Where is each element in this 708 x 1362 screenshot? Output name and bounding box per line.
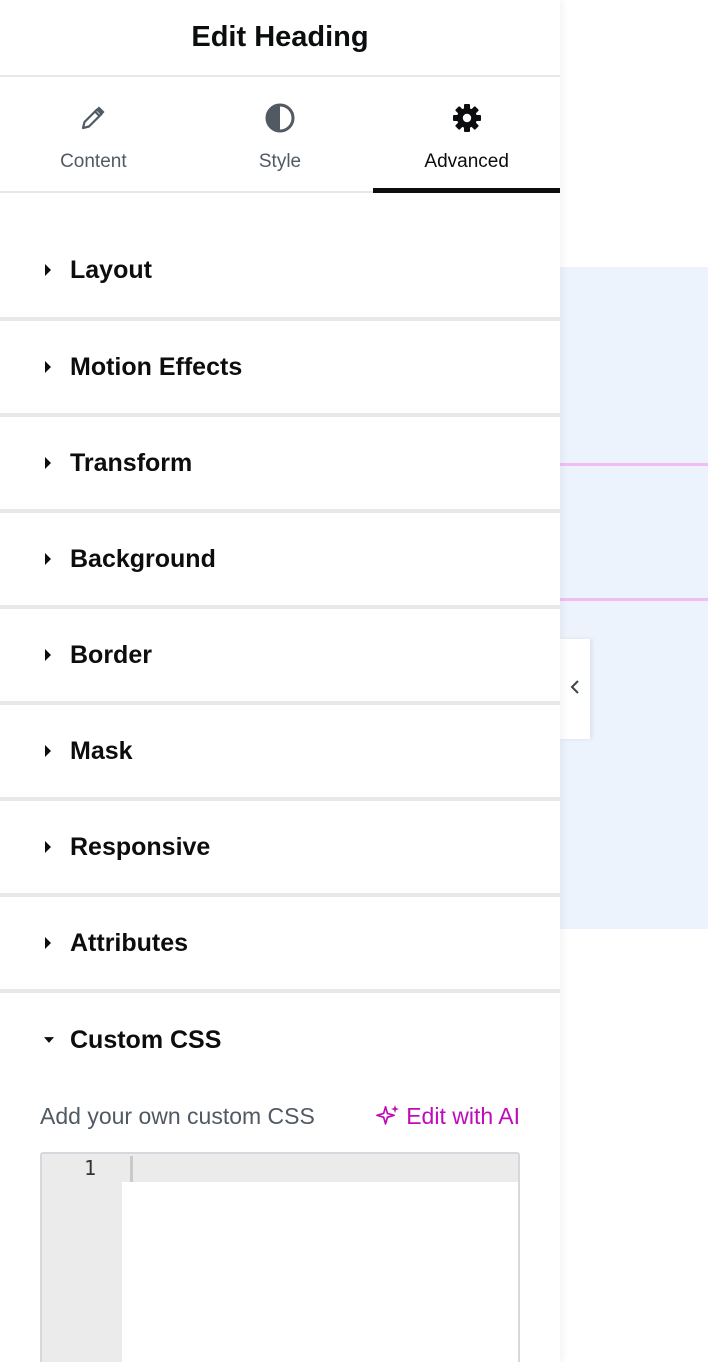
caret-right-icon — [44, 263, 54, 277]
section-custom-css[interactable]: Custom CSS — [0, 993, 560, 1087]
tab-style[interactable]: Style — [187, 77, 374, 191]
css-code-editor[interactable]: 1 — [40, 1152, 520, 1362]
section-motion-effects[interactable]: Motion Effects — [0, 321, 560, 417]
pencil-icon — [79, 101, 107, 135]
caret-right-icon — [44, 840, 54, 854]
section-responsive[interactable]: Responsive — [0, 801, 560, 897]
caret-right-icon — [44, 744, 54, 758]
sparkle-icon — [376, 1104, 400, 1128]
section-title: Layout — [70, 255, 152, 284]
section-title: Mask — [70, 736, 133, 765]
section-transform[interactable]: Transform — [0, 417, 560, 513]
caret-right-icon — [44, 648, 54, 662]
canvas-guide-line — [560, 598, 708, 601]
section-title: Responsive — [70, 832, 211, 861]
canvas-guide-line — [560, 463, 708, 466]
section-background[interactable]: Background — [0, 513, 560, 609]
caret-right-icon — [44, 456, 54, 470]
section-title: Border — [70, 640, 152, 669]
editor-panel: Edit Heading Content Style Advanced Layo… — [0, 0, 560, 1362]
caret-right-icon — [44, 936, 54, 950]
section-title: Attributes — [70, 928, 189, 957]
tab-label: Content — [60, 151, 127, 172]
section-title: Motion Effects — [70, 352, 243, 381]
custom-css-header: Add your own custom CSS Edit with AI — [40, 1087, 520, 1145]
custom-css-label: Add your own custom CSS — [40, 1102, 315, 1129]
text-cursor — [130, 1156, 133, 1182]
tab-label: Advanced — [424, 151, 509, 172]
canvas-section[interactable] — [560, 267, 708, 929]
section-layout[interactable]: Layout — [0, 223, 560, 321]
tab-advanced[interactable]: Advanced — [373, 77, 560, 193]
section-border[interactable]: Border — [0, 609, 560, 705]
caret-down-icon — [44, 1033, 54, 1047]
section-title: Background — [70, 544, 216, 573]
section-title: Transform — [70, 448, 193, 477]
line-number: 1 — [83, 1156, 96, 1180]
section-mask[interactable]: Mask — [0, 705, 560, 801]
half-circle-icon — [264, 101, 296, 135]
gear-icon — [452, 101, 482, 135]
tab-content[interactable]: Content — [0, 77, 187, 191]
edit-with-ai-button[interactable]: Edit with AI — [376, 1103, 520, 1130]
section-attributes[interactable]: Attributes — [0, 897, 560, 993]
panel-tabs: Content Style Advanced — [0, 77, 560, 193]
section-title: Custom CSS — [70, 1025, 222, 1054]
active-line-highlight — [42, 1154, 518, 1182]
chevron-left-icon — [569, 678, 581, 701]
caret-right-icon — [44, 360, 54, 374]
code-gutter — [42, 1154, 122, 1362]
collapse-panel-button[interactable] — [560, 639, 590, 739]
advanced-sections: Layout Motion Effects Transform Backgrou… — [0, 193, 560, 1362]
panel-header: Edit Heading — [0, 0, 560, 77]
caret-right-icon — [44, 552, 54, 566]
edit-with-ai-label: Edit with AI — [406, 1102, 520, 1129]
custom-css-body: Add your own custom CSS Edit with AI 1 — [0, 1087, 560, 1362]
panel-title: Edit Heading — [191, 21, 369, 53]
tab-label: Style — [258, 151, 302, 172]
